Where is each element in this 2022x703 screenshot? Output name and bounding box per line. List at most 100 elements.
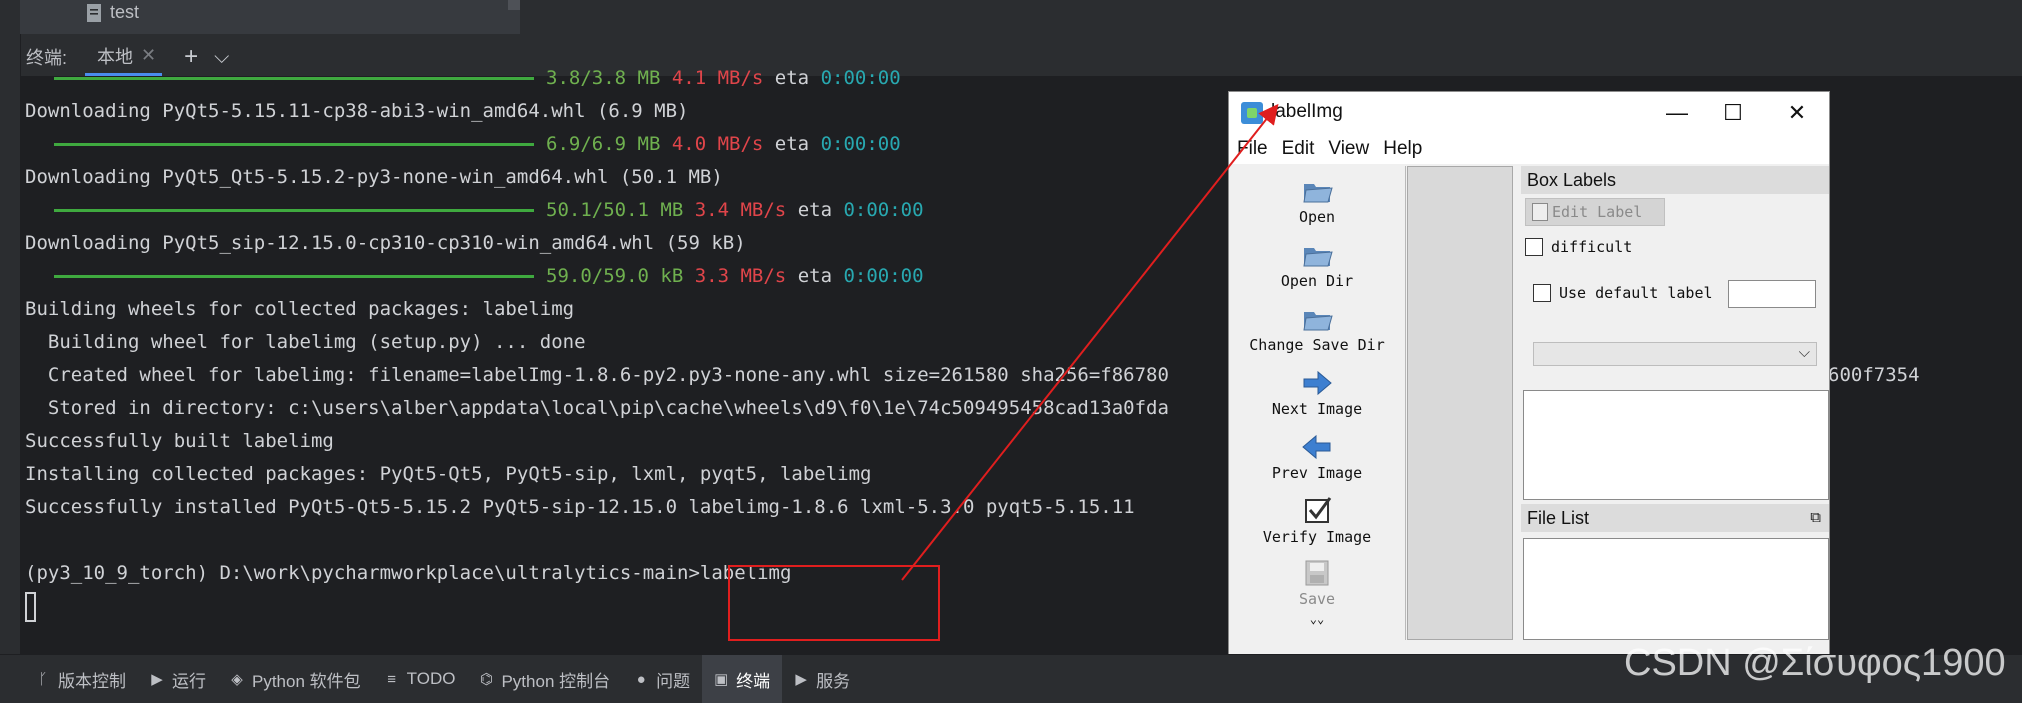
default-label-input[interactable] xyxy=(1728,280,1816,308)
tool-label: Verify Image xyxy=(1262,528,1372,546)
tree-item-test[interactable]: test xyxy=(86,2,139,23)
terminal-line: Building wheels for collected packages: … xyxy=(25,298,575,320)
terminal-line: Downloading PyQt5-5.15.11-cp38-abi3-win_… xyxy=(25,100,689,122)
difficult-label: difficult xyxy=(1551,238,1633,256)
tool-next-image[interactable]: Next Image xyxy=(1229,368,1405,418)
layers-icon: ◈ xyxy=(231,671,243,688)
terminal-line: Downloading PyQt5_Qt5-5.15.2-py3-none-wi… xyxy=(25,166,723,188)
progress-line: 50.1/50.1 MB 3.4 MB/s eta 0:00:00 xyxy=(54,198,924,222)
toolwindow-python[interactable]: ⌬ Python 控制台 xyxy=(467,655,622,703)
folder-icon xyxy=(1300,176,1334,206)
box-labels-header: Box Labels xyxy=(1521,166,1829,194)
label-combobox[interactable]: ⌵ xyxy=(1533,342,1817,366)
toolwindow-terminal[interactable]: ▣ 终端 xyxy=(702,655,783,703)
window-title: labelImg xyxy=(1271,101,1343,122)
terminal-line: Installing collected packages: PyQt5-Qt5… xyxy=(25,463,872,485)
window-titlebar[interactable]: labelImg — ☐ ✕ xyxy=(1229,92,1829,134)
text-cursor xyxy=(25,592,36,622)
toolwindow-layers[interactable]: ◈ Python 软件包 xyxy=(218,655,373,703)
minimize-button[interactable]: — xyxy=(1649,96,1705,130)
right-dock: Box Labels Edit Label difficult Use defa… xyxy=(1521,166,1829,640)
file-icon xyxy=(87,3,101,22)
maximize-button[interactable]: ☐ xyxy=(1705,96,1761,130)
tool-open-dir[interactable]: Open Dir xyxy=(1229,240,1405,290)
terminal-line: Successfully built labelimg xyxy=(25,430,334,452)
services-icon: ▶ xyxy=(795,671,807,688)
toolbar-more-icon[interactable]: ⌄⌄ xyxy=(1229,612,1405,626)
tool-label: Save xyxy=(1298,590,1336,608)
edit-label-button[interactable]: Edit Label xyxy=(1525,198,1665,226)
progress-speed: 3.3 MB/s xyxy=(694,265,787,287)
tool-label: Open Dir xyxy=(1280,272,1354,290)
toolwindow-branch[interactable]: ᚴ 版本控制 xyxy=(24,655,138,703)
terminal-cursor-line[interactable] xyxy=(25,592,36,622)
menu-view[interactable]: View xyxy=(1328,138,1369,160)
menu-edit[interactable]: Edit xyxy=(1282,138,1315,160)
progress-size: 3.8/3.8 MB xyxy=(546,67,661,89)
eta-label: eta xyxy=(763,67,821,89)
tool-prev-image[interactable]: Prev Image xyxy=(1229,432,1405,482)
file-list[interactable] xyxy=(1523,538,1829,640)
eta-value: 0:00:00 xyxy=(843,199,924,221)
image-canvas[interactable] xyxy=(1407,166,1513,640)
progress-size: 50.1/50.1 MB xyxy=(546,199,684,221)
progress-line: 59.0/59.0 kB 3.3 MB/s eta 0:00:00 xyxy=(54,264,924,288)
menu-file[interactable]: File xyxy=(1237,138,1268,160)
progress-line: 3.8/3.8 MB 4.1 MB/s eta 0:00:00 xyxy=(54,66,901,90)
toolwindow-list[interactable]: ≡ TODO xyxy=(373,655,468,703)
toolwindow-play[interactable]: ▶ 运行 xyxy=(138,655,218,703)
close-icon[interactable]: ✕ xyxy=(141,45,156,66)
labelimg-window: labelImg — ☐ ✕ File Edit View Help Open Open… xyxy=(1228,91,1830,672)
toolwindow-label: 运行 xyxy=(172,671,206,691)
eta-value: 0:00:00 xyxy=(820,67,901,89)
label-list[interactable] xyxy=(1523,390,1829,500)
play-icon: ▶ xyxy=(151,671,163,688)
tool-label: Change Save Dir xyxy=(1249,336,1385,354)
tool-verify-image[interactable]: Verify Image xyxy=(1229,496,1405,546)
toolwindow-label: 问题 xyxy=(656,671,691,691)
terminal-line: Stored in directory: c:\users\alber\appd… xyxy=(25,397,1169,419)
left-tool-strip xyxy=(0,34,21,654)
chevron-down-icon: ⌵ xyxy=(1798,344,1810,361)
tool-change-save-dir[interactable]: Change Save Dir xyxy=(1229,304,1405,354)
menu-help[interactable]: Help xyxy=(1383,138,1422,160)
close-button[interactable]: ✕ xyxy=(1769,96,1825,130)
edit-label-text: Edit Label xyxy=(1552,203,1643,221)
arrow-right-icon xyxy=(1300,368,1334,398)
terminal-line: Downloading PyQt5_sip-12.15.0-cp310-cp31… xyxy=(25,232,746,254)
annotation-highlight-box xyxy=(728,565,940,641)
checkmark-icon xyxy=(1300,496,1334,526)
eta-value: 0:00:00 xyxy=(843,265,924,287)
toolwindow-label: Python 软件包 xyxy=(252,671,361,691)
terminal-line: (py3_10_9_torch) D:\work\pycharmworkplac… xyxy=(25,562,792,584)
eta-label: eta xyxy=(786,265,844,287)
eta-value: 0:00:00 xyxy=(820,133,901,155)
float-dock-icon[interactable]: ⧉ xyxy=(1810,504,1821,532)
toolwindow-label: 版本控制 xyxy=(58,671,126,691)
tool-label: Prev Image xyxy=(1271,464,1363,482)
difficult-checkbox[interactable] xyxy=(1525,238,1543,256)
progress-bar xyxy=(54,77,534,80)
terminal-icon: ▣ xyxy=(714,671,729,688)
eta-label: eta xyxy=(786,199,844,221)
tool-bar: Open Open Dir Change Save Dir Next Image Pre… xyxy=(1229,166,1406,640)
toolwindow-info[interactable]: ● 问题 xyxy=(622,655,702,703)
save-icon xyxy=(1300,558,1334,588)
tool-open[interactable]: Open xyxy=(1229,176,1405,226)
terminal-line: Created wheel for labelimg: filename=lab… xyxy=(25,364,1169,386)
progress-bar xyxy=(54,143,534,146)
list-icon: ≡ xyxy=(387,670,397,688)
terminal-line-overflow: 600f7354 xyxy=(1828,364,1920,386)
progress-speed: 4.0 MB/s xyxy=(671,133,764,155)
menu-bar: File Edit View Help xyxy=(1229,134,1829,164)
tool-label: Open xyxy=(1298,208,1336,226)
scrollbar[interactable] xyxy=(508,0,520,10)
toolwindow-services[interactable]: ▶ 服务 xyxy=(782,655,862,703)
use-default-label-checkbox[interactable] xyxy=(1533,284,1551,302)
progress-speed: 3.4 MB/s xyxy=(694,199,787,221)
tool-label: Next Image xyxy=(1271,400,1363,418)
toolwindow-label: Python 控制台 xyxy=(501,671,611,691)
file-list-header: File List ⧉ xyxy=(1521,504,1829,532)
tool-save: Save xyxy=(1229,558,1405,608)
info-icon: ● xyxy=(636,670,646,688)
